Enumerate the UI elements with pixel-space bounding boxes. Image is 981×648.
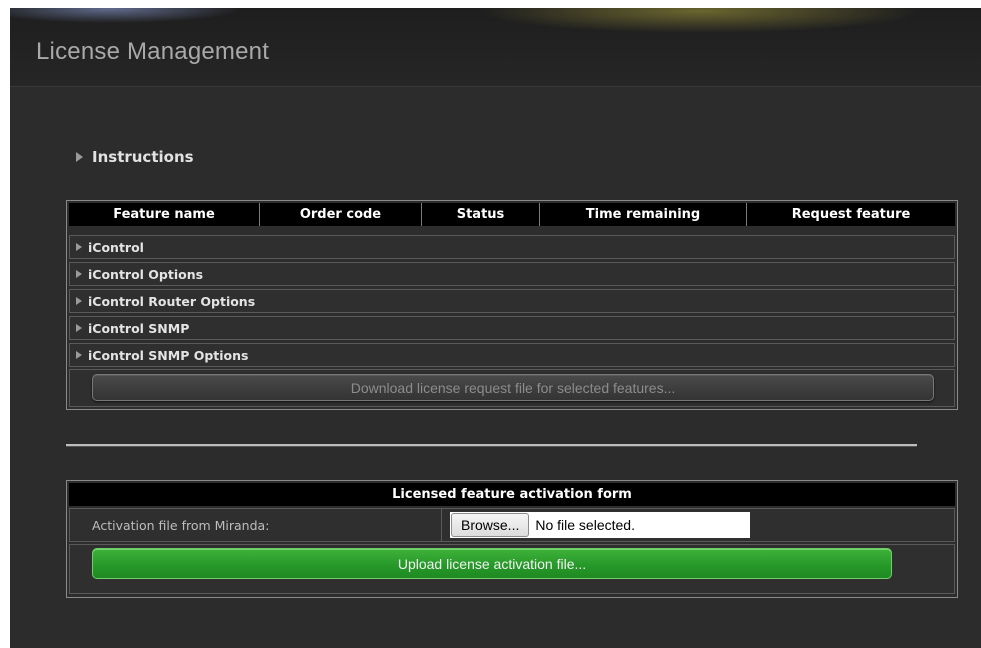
expand-triangle-icon (76, 243, 82, 251)
expand-triangle-icon (76, 297, 82, 305)
column-header-status: Status (422, 203, 540, 226)
activation-form: Licensed feature activation form Activat… (66, 480, 958, 598)
license-management-panel: License Management Instructions Feature … (10, 8, 981, 648)
page-header: License Management (10, 8, 981, 87)
download-license-request-button[interactable]: Download license request file for select… (92, 374, 934, 401)
column-header-time-remaining: Time remaining (540, 203, 747, 226)
section-divider (66, 444, 917, 447)
upload-row: Upload license activation file... (69, 544, 955, 594)
column-header-request-feature: Request feature (747, 203, 955, 226)
browse-button[interactable]: Browse... (451, 513, 530, 537)
feature-name: iControl Options (88, 266, 204, 282)
activation-form-title: Licensed feature activation form (69, 483, 955, 506)
expand-triangle-icon (76, 324, 82, 332)
feature-row-icontrol-snmp[interactable]: iControl SNMP (69, 316, 955, 340)
feature-name: iControl SNMP (88, 320, 190, 336)
column-header-feature-name: Feature name (69, 203, 260, 226)
feature-row-icontrol-options[interactable]: iControl Options (69, 262, 955, 286)
activation-file-row: Activation file from Miranda: Browse... … (69, 508, 955, 542)
feature-row-icontrol[interactable]: iControl (69, 235, 955, 259)
page-title: License Management (36, 38, 270, 65)
expand-triangle-icon (76, 152, 83, 162)
feature-row-icontrol-snmp-options[interactable]: iControl SNMP Options (69, 343, 955, 367)
download-row: Download license request file for select… (69, 369, 955, 407)
features-table: Feature name Order code Status Time rema… (66, 200, 958, 410)
feature-name: iControl SNMP Options (88, 347, 249, 363)
column-header-order-code: Order code (260, 203, 422, 226)
feature-row-icontrol-router-options[interactable]: iControl Router Options (69, 289, 955, 313)
feature-name: iControl Router Options (88, 293, 256, 309)
feature-name: iControl (88, 239, 144, 255)
features-table-header: Feature name Order code Status Time rema… (69, 203, 955, 226)
activation-file-input[interactable]: Browse... No file selected. (450, 512, 750, 538)
file-status-text: No file selected. (535, 517, 635, 533)
cell-divider (441, 509, 442, 541)
instructions-label: Instructions (92, 148, 194, 166)
upload-license-activation-button[interactable]: Upload license activation file... (92, 548, 892, 579)
expand-triangle-icon (76, 270, 82, 278)
activation-file-label: Activation file from Miranda: (92, 518, 270, 533)
instructions-toggle[interactable]: Instructions (76, 148, 194, 166)
expand-triangle-icon (76, 351, 82, 359)
